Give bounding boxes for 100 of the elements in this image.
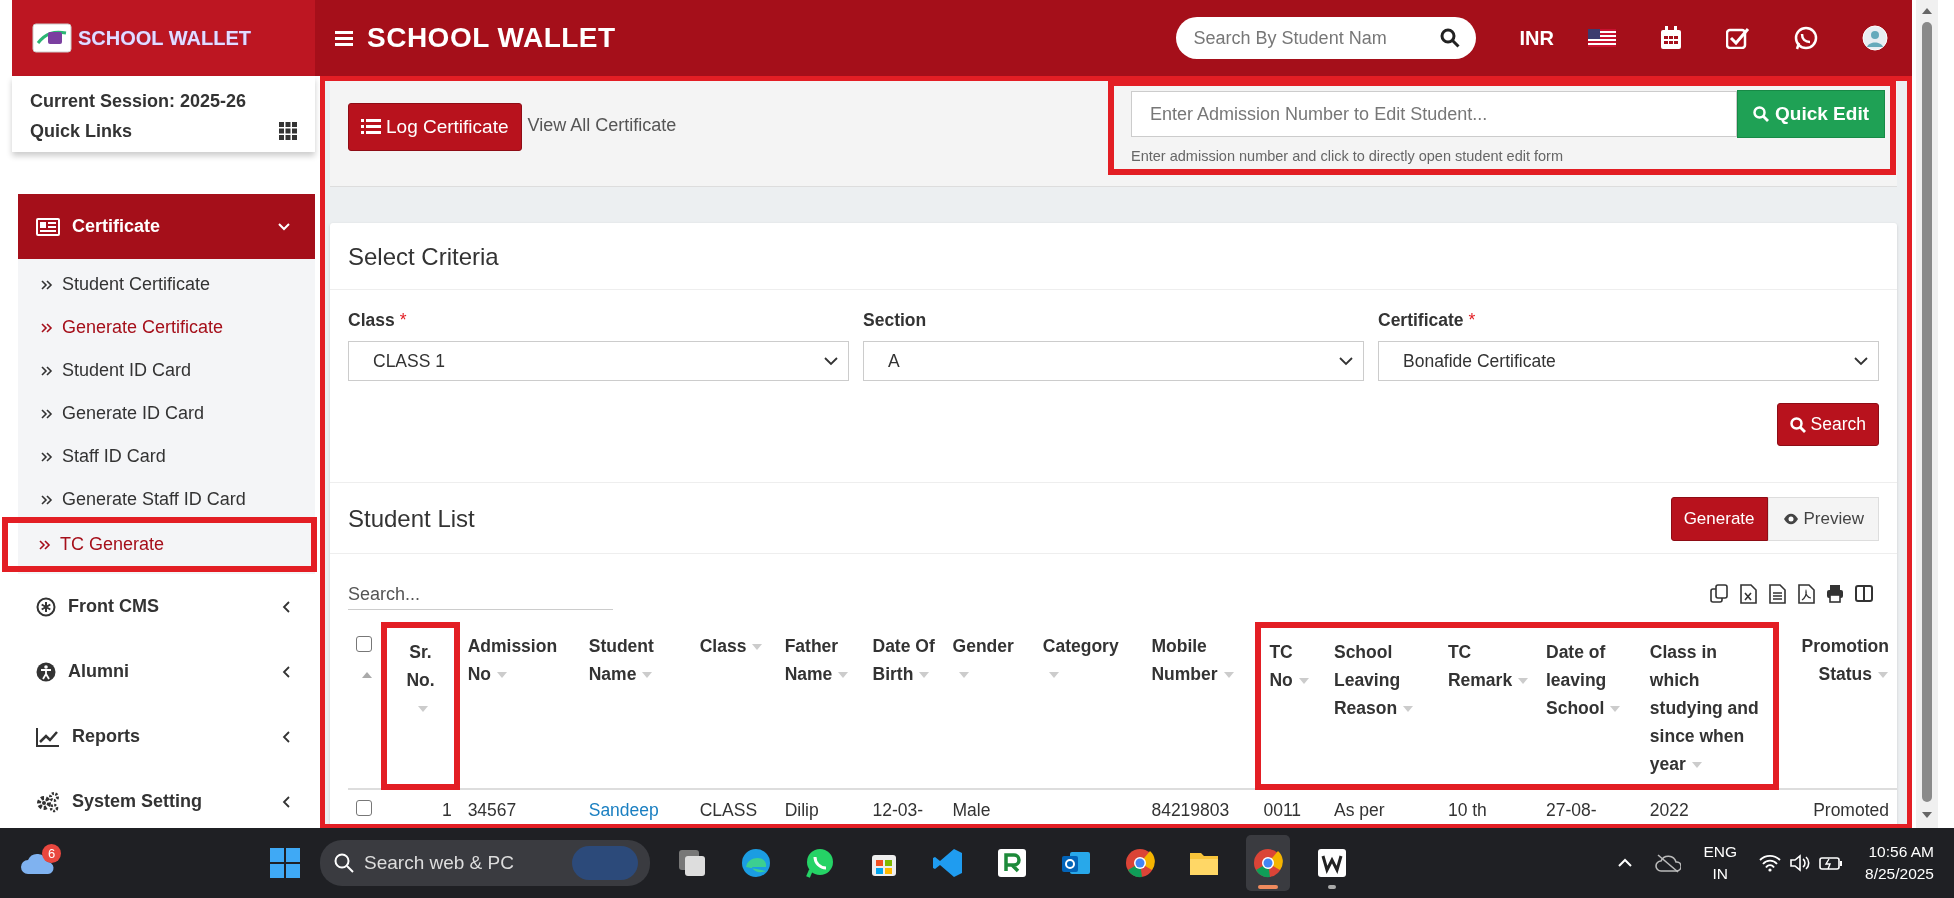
table-cell: CLASS: [699, 800, 758, 820]
grid-icon[interactable]: [279, 122, 297, 140]
column-header[interactable]: Student Name: [580, 622, 692, 790]
session-label: Current Session: 2025-26: [30, 90, 247, 112]
list-icon: [361, 119, 381, 135]
eye-icon: [1782, 513, 1799, 525]
view-all-link[interactable]: View All Certificate: [527, 115, 677, 136]
table-cell: Promoted: [1813, 800, 1889, 820]
submenu-item[interactable]: Staff ID Card: [18, 435, 315, 478]
column-header[interactable]: School Leaving Reason: [1325, 622, 1440, 790]
log-certificate-button[interactable]: Log Certificate: [348, 103, 522, 151]
submenu-item[interactable]: Generate Staff ID Card: [18, 478, 315, 521]
column-header[interactable]: Mobile Number: [1143, 622, 1256, 790]
accessibility-icon: [36, 661, 56, 682]
search-field[interactable]: Search By Student Nam: [1175, 17, 1476, 59]
select-field[interactable]: Bonafide Certificate: [1378, 341, 1879, 381]
menu-item[interactable]: Front CMS: [18, 574, 315, 639]
column-header[interactable]: Class in which studying and since when year: [1641, 622, 1780, 790]
chevron-left-icon[interactable]: [281, 794, 291, 809]
section-title: Student List: [348, 505, 475, 533]
stacked-windows-icon[interactable]: [676, 847, 708, 879]
preview-button[interactable]: Preview: [1767, 497, 1879, 541]
column-header[interactable]: Gender: [944, 622, 1035, 790]
chevron-left-icon[interactable]: [281, 664, 291, 679]
submenu-item[interactable]: Generate Certificate: [18, 306, 315, 349]
whatsapp-icon[interactable]: [1794, 26, 1818, 50]
windows-icon[interactable]: [270, 848, 300, 878]
cloud-off-icon[interactable]: [1655, 853, 1682, 873]
admission-number-field[interactable]: Enter Admission Number to Edit Student...: [1131, 91, 1738, 137]
submenu-item[interactable]: Student Certificate: [18, 263, 315, 306]
columns-icon[interactable]: [1855, 584, 1873, 604]
certificate-icon: [36, 217, 60, 236]
field-label: Certificate: [1378, 310, 1464, 331]
search-icon[interactable]: [1439, 28, 1460, 48]
calendar-icon[interactable]: [1660, 26, 1682, 50]
menu-item[interactable]: Alumni: [18, 639, 315, 704]
double-chevron-icon: [40, 406, 54, 421]
copy-icon[interactable]: [1710, 584, 1728, 604]
chevron-down-icon[interactable]: [277, 221, 291, 232]
table-cell: 0011: [1263, 800, 1302, 820]
column-header[interactable]: Category: [1034, 622, 1144, 790]
search-highlight-picture: [572, 846, 638, 880]
column-header[interactable]: TC Remark: [1439, 622, 1538, 790]
letter-w-icon[interactable]: [1316, 847, 1348, 879]
menu-item[interactable]: Reports: [18, 704, 315, 769]
select-field[interactable]: A: [863, 341, 1364, 381]
table-cell: 84219803: [1151, 800, 1230, 820]
whatsapp-icon[interactable]: [804, 847, 836, 879]
battery-icon[interactable]: [1819, 854, 1844, 872]
pdf-file-icon[interactable]: [1797, 584, 1815, 604]
generate-button[interactable]: Generate: [1670, 497, 1768, 541]
column-header[interactable]: Date Of Birth: [864, 622, 945, 790]
clock[interactable]: 10:56 AM 8/25/2025: [1865, 841, 1934, 885]
table-cell: 1: [441, 800, 452, 820]
text-file-icon[interactable]: [1768, 584, 1786, 604]
menu-item[interactable]: System Setting: [18, 769, 315, 828]
submenu-item[interactable]: Generate ID Card: [18, 392, 315, 435]
language-indicator[interactable]: ENG IN: [1703, 841, 1738, 885]
chevron-up-icon[interactable]: [1617, 858, 1634, 868]
browser-icon[interactable]: [1252, 847, 1284, 879]
flag-icon[interactable]: [1588, 29, 1616, 47]
excel-file-icon[interactable]: [1739, 584, 1757, 604]
required-mark: *: [399, 310, 407, 331]
letter-r-icon[interactable]: [996, 847, 1028, 879]
browser-icon[interactable]: [1124, 847, 1156, 879]
column-header[interactable]: Class: [691, 622, 777, 790]
double-chevron-icon: [40, 449, 54, 464]
double-chevron-icon: [40, 277, 54, 292]
select-field[interactable]: CLASS 1: [348, 341, 849, 381]
menu-item[interactable]: Certificate: [18, 194, 315, 259]
code-editor-icon[interactable]: [932, 847, 964, 879]
column-header[interactable]: TC No: [1255, 622, 1326, 790]
table-cell: 27-08-: [1546, 800, 1597, 820]
column-header[interactable]: Father Name: [776, 622, 865, 790]
chevron-left-icon[interactable]: [281, 599, 291, 614]
wifi-icon[interactable]: [1759, 854, 1782, 872]
submenu-item[interactable]: Student ID Card: [18, 349, 315, 392]
double-chevron-icon: [40, 363, 54, 378]
student-name-link[interactable]: Sandeep: [588, 800, 659, 820]
print-icon[interactable]: [1826, 584, 1844, 604]
checkbox-icon[interactable]: [1726, 27, 1750, 49]
column-header[interactable]: Date of leaving School: [1538, 622, 1642, 790]
select-all-checkbox[interactable]: [356, 636, 372, 652]
quick-links-label: Quick Links: [30, 120, 133, 142]
volume-icon[interactable]: [1789, 854, 1812, 872]
logo-text: SCHOOL WALLET: [78, 26, 251, 50]
taskbar-search[interactable]: Search web & PC: [320, 840, 650, 886]
currency-selector[interactable]: INR: [1519, 26, 1554, 50]
chevron-left-icon[interactable]: [281, 729, 291, 744]
menu-icon[interactable]: [335, 30, 353, 46]
submenu-item[interactable]: TC Generate: [8, 523, 311, 566]
search-button[interactable]: Search: [1776, 403, 1879, 446]
column-header[interactable]: Sr. No.: [381, 622, 460, 790]
column-header[interactable]: Promotion Status: [1779, 622, 1897, 790]
edge-icon[interactable]: [740, 847, 772, 879]
row-checkbox[interactable]: [356, 800, 372, 816]
table-cell: Male: [952, 800, 991, 820]
avatar-icon[interactable]: [1862, 25, 1888, 51]
column-header[interactable]: Admission No: [459, 622, 581, 790]
card-title: Select Criteria: [330, 223, 1897, 290]
